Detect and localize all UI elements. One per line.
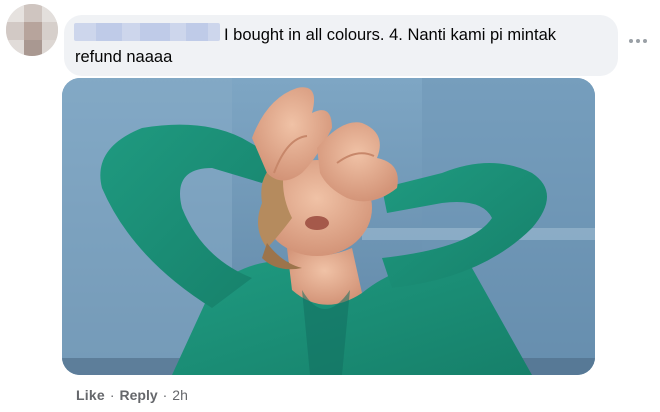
- more-dot: [636, 39, 640, 43]
- gif-frame: [62, 78, 595, 375]
- more-dot: [629, 39, 633, 43]
- more-dot: [643, 39, 647, 43]
- like-button[interactable]: Like: [76, 387, 105, 403]
- comment-thread: I bought in all colours. 4. Nanti kami p…: [0, 0, 660, 412]
- gif-image[interactable]: [62, 78, 595, 375]
- separator-dot: ·: [109, 387, 115, 403]
- avatar[interactable]: [6, 4, 58, 56]
- comment-text: I bought in all colours. 4. Nanti kami p…: [75, 26, 556, 66]
- comment-bubble: I bought in all colours. 4. Nanti kami p…: [64, 15, 618, 76]
- comment-actions: Like · Reply · 2h: [76, 385, 188, 405]
- separator-dot: ·: [162, 387, 168, 403]
- timestamp[interactable]: 2h: [172, 387, 188, 403]
- reply-button[interactable]: Reply: [120, 387, 158, 403]
- more-options-icon[interactable]: [628, 35, 648, 47]
